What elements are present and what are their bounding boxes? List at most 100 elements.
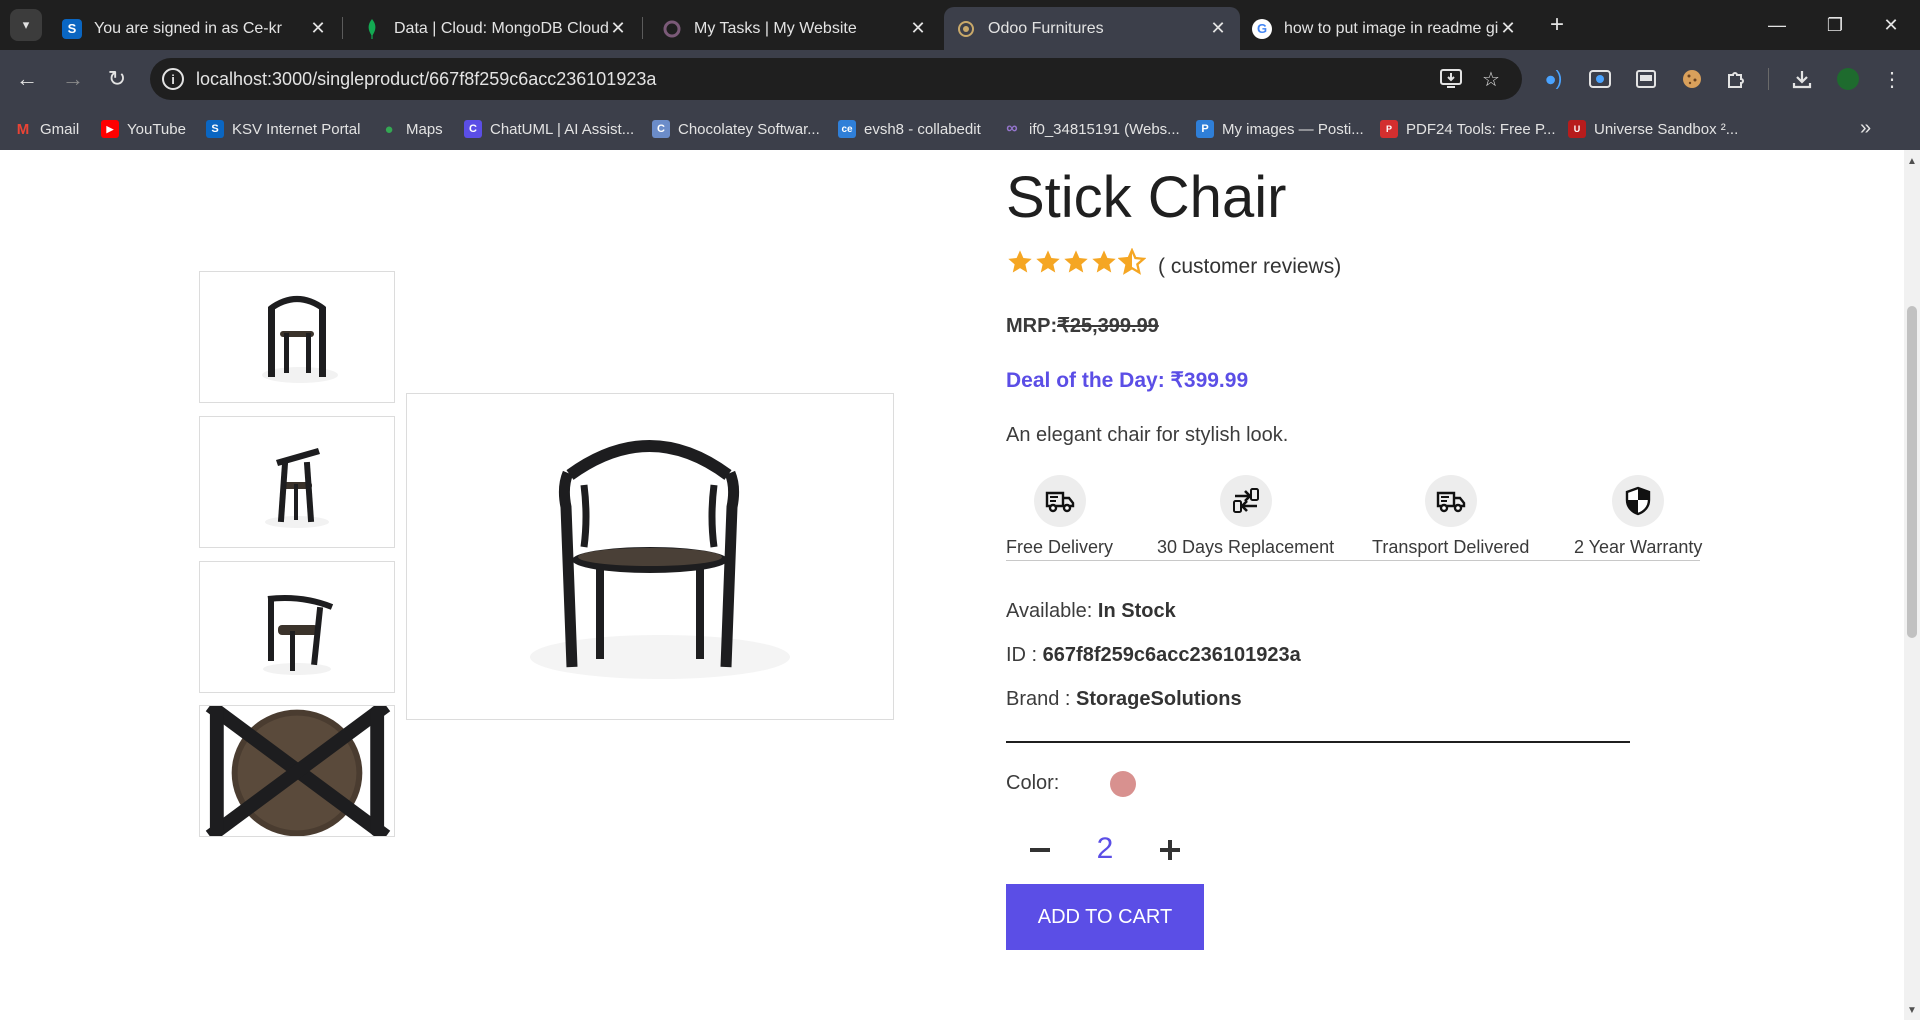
- profile-avatar[interactable]: [1832, 63, 1864, 95]
- postimages-icon: P: [1196, 120, 1214, 138]
- tab-close-icon[interactable]: ✕: [1208, 18, 1228, 39]
- tab-search-button[interactable]: ▾: [10, 9, 42, 41]
- customer-reviews-link[interactable]: ( customer reviews): [1158, 255, 1341, 279]
- feature-2-year-warranty: 2 Year Warranty: [1574, 475, 1702, 558]
- feature-label: 2 Year Warranty: [1574, 537, 1703, 557]
- bookmark-label: My images — Posti...: [1222, 120, 1364, 138]
- deal-price: Deal of the Day: ₹399.99: [1006, 369, 1249, 392]
- url-text[interactable]: localhost:3000/singleproduct/667f8f259c6…: [196, 69, 656, 90]
- extensions-puzzle-icon[interactable]: [1720, 63, 1752, 95]
- product-id: ID : 667f8f259c6acc236101923a: [1006, 644, 1301, 667]
- chair-bottom-image: [200, 706, 394, 836]
- chatuml-icon: C: [464, 120, 482, 138]
- star-half-icon: [1118, 248, 1146, 275]
- tab-favicon: S: [62, 18, 82, 39]
- bookmarks-overflow-icon[interactable]: »: [1860, 117, 1871, 140]
- page-scrollbar[interactable]: ▲ ▼: [1904, 150, 1920, 1020]
- tab-my-tasks[interactable]: My Tasks | My Website ✕: [650, 7, 940, 50]
- bookmark-webs[interactable]: ∞ if0_34815191 (Webs...: [1003, 117, 1180, 141]
- product-title: Stick Chair: [1006, 165, 1287, 230]
- bookmark-pdf24[interactable]: P PDF24 Tools: Free P...: [1380, 117, 1556, 141]
- id-value: 667f8f259c6acc236101923a: [1042, 644, 1301, 666]
- browser-menu-icon[interactable]: ⋮: [1876, 63, 1908, 95]
- new-tab-button[interactable]: +: [1542, 10, 1572, 40]
- bookmark-collabedit[interactable]: ce evsh8 - collabedit: [838, 117, 981, 141]
- add-to-cart-button[interactable]: ADD TO CART: [1006, 884, 1204, 950]
- product-thumbnail-bottom[interactable]: [199, 705, 395, 837]
- screen-capture-icon[interactable]: [1584, 63, 1616, 95]
- pdf24-icon: P: [1380, 120, 1398, 138]
- minimize-icon[interactable]: —: [1748, 0, 1806, 50]
- bookmark-postimages[interactable]: P My images — Posti...: [1196, 117, 1364, 141]
- feature-free-delivery: Free Delivery: [1006, 475, 1113, 558]
- mrp-price: MRP:₹25,399.99: [1006, 313, 1159, 338]
- bookmark-label: Gmail: [40, 120, 80, 138]
- bookmark-label: Maps: [406, 120, 443, 138]
- website-ring-icon: [662, 19, 682, 39]
- bookmark-chocolatey[interactable]: C Chocolatey Softwar...: [652, 117, 820, 141]
- plus-icon: [1160, 840, 1180, 860]
- tab-google-search[interactable]: G how to put image in readme gi ✕: [1240, 7, 1530, 50]
- product-thumbnail-angle[interactable]: [199, 561, 395, 693]
- chair-front-image: [262, 296, 338, 383]
- shield-icon: [1612, 475, 1665, 527]
- bookmark-star-icon[interactable]: ☆: [1478, 66, 1504, 92]
- toolbar-separator: [1768, 68, 1769, 90]
- product-brand: Brand : StorageSolutions: [1006, 688, 1242, 711]
- bookmark-maps[interactable]: ● Maps: [380, 117, 443, 141]
- quantity-value: 2: [1096, 832, 1114, 865]
- increase-quantity-button[interactable]: [1150, 830, 1190, 870]
- feature-label: Free Delivery: [1006, 537, 1114, 557]
- scrollbar-thumb[interactable]: [1907, 306, 1917, 638]
- product-thumbnail-front[interactable]: [199, 271, 395, 403]
- scroll-up-arrow-icon[interactable]: ▲: [1907, 156, 1917, 167]
- bookmark-label: if0_34815191 (Webs...: [1029, 120, 1180, 138]
- bookmark-gmail[interactable]: M Gmail: [14, 117, 79, 141]
- product-main-image[interactable]: [406, 393, 894, 720]
- restore-icon[interactable]: ❐: [1806, 0, 1864, 50]
- cookie-icon[interactable]: [1676, 63, 1708, 95]
- bookmark-universe-sandbox[interactable]: U Universe Sandbox ²...: [1568, 117, 1738, 141]
- bookmark-label: ChatUML | AI Assist...: [490, 120, 635, 138]
- color-swatch[interactable]: [1110, 771, 1136, 797]
- minus-icon: [1030, 848, 1050, 852]
- product-page: Stick Chair ( customer reviews) MRP:₹25,…: [0, 150, 1904, 1020]
- decrease-quantity-button[interactable]: [1020, 830, 1060, 870]
- replacement-icon: [1219, 475, 1272, 527]
- download-icon[interactable]: [1786, 63, 1818, 95]
- install-app-icon[interactable]: [1438, 66, 1464, 92]
- back-arrow-icon[interactable]: ←: [10, 62, 44, 96]
- tab-close-icon[interactable]: ✕: [1498, 18, 1518, 39]
- forward-arrow-icon[interactable]: →: [56, 62, 90, 96]
- universe-sandbox-icon: U: [1568, 120, 1586, 138]
- product-thumbnail-side[interactable]: [199, 416, 395, 548]
- maps-pin-icon: ●: [384, 120, 394, 138]
- tab-mongodb[interactable]: Data | Cloud: MongoDB Cloud ✕: [350, 7, 640, 50]
- bookmark-youtube[interactable]: ▶ YouTube: [101, 117, 186, 141]
- tab-title: Data | Cloud: MongoDB Cloud: [394, 19, 608, 37]
- star-full-icon: [1008, 250, 1032, 273]
- tab-close-icon[interactable]: ✕: [608, 18, 628, 39]
- feature-label: Transport Delivered: [1372, 537, 1530, 557]
- tab-odoo-furnitures[interactable]: Odoo Furnitures ✕: [944, 7, 1240, 50]
- reload-icon[interactable]: ↻: [100, 62, 134, 96]
- gmail-icon: M: [16, 120, 30, 138]
- bookmark-ksv-portal[interactable]: S KSV Internet Portal: [206, 117, 360, 141]
- tab-layout-icon[interactable]: [1630, 63, 1662, 95]
- tab-title: Odoo Furnitures: [988, 19, 1104, 37]
- scroll-down-arrow-icon[interactable]: ▼: [1907, 1005, 1917, 1016]
- extension-wifi-icon[interactable]: ⦁): [1538, 63, 1570, 95]
- rating-stars: [1006, 248, 1146, 276]
- tab-close-icon[interactable]: ✕: [308, 18, 328, 39]
- close-window-icon[interactable]: ✕: [1862, 0, 1920, 50]
- bookmark-label: Universe Sandbox ²...: [1594, 120, 1739, 138]
- tab-close-icon[interactable]: ✕: [908, 18, 928, 39]
- bookmark-chatuml[interactable]: C ChatUML | AI Assist...: [464, 117, 634, 141]
- tab-signed-in[interactable]: S You are signed in as Ce-kr ✕: [50, 7, 340, 50]
- address-bar[interactable]: i localhost:3000/singleproduct/667f8f259…: [150, 58, 1522, 100]
- ksv-icon: S: [206, 120, 224, 138]
- mongodb-leaf-icon: [362, 18, 382, 39]
- feature-transport-delivered: Transport Delivered: [1372, 475, 1529, 558]
- browser-tab-bar: ▾ S You are signed in as Ce-kr ✕ Data | …: [0, 0, 1920, 50]
- site-info-icon[interactable]: i: [162, 68, 184, 90]
